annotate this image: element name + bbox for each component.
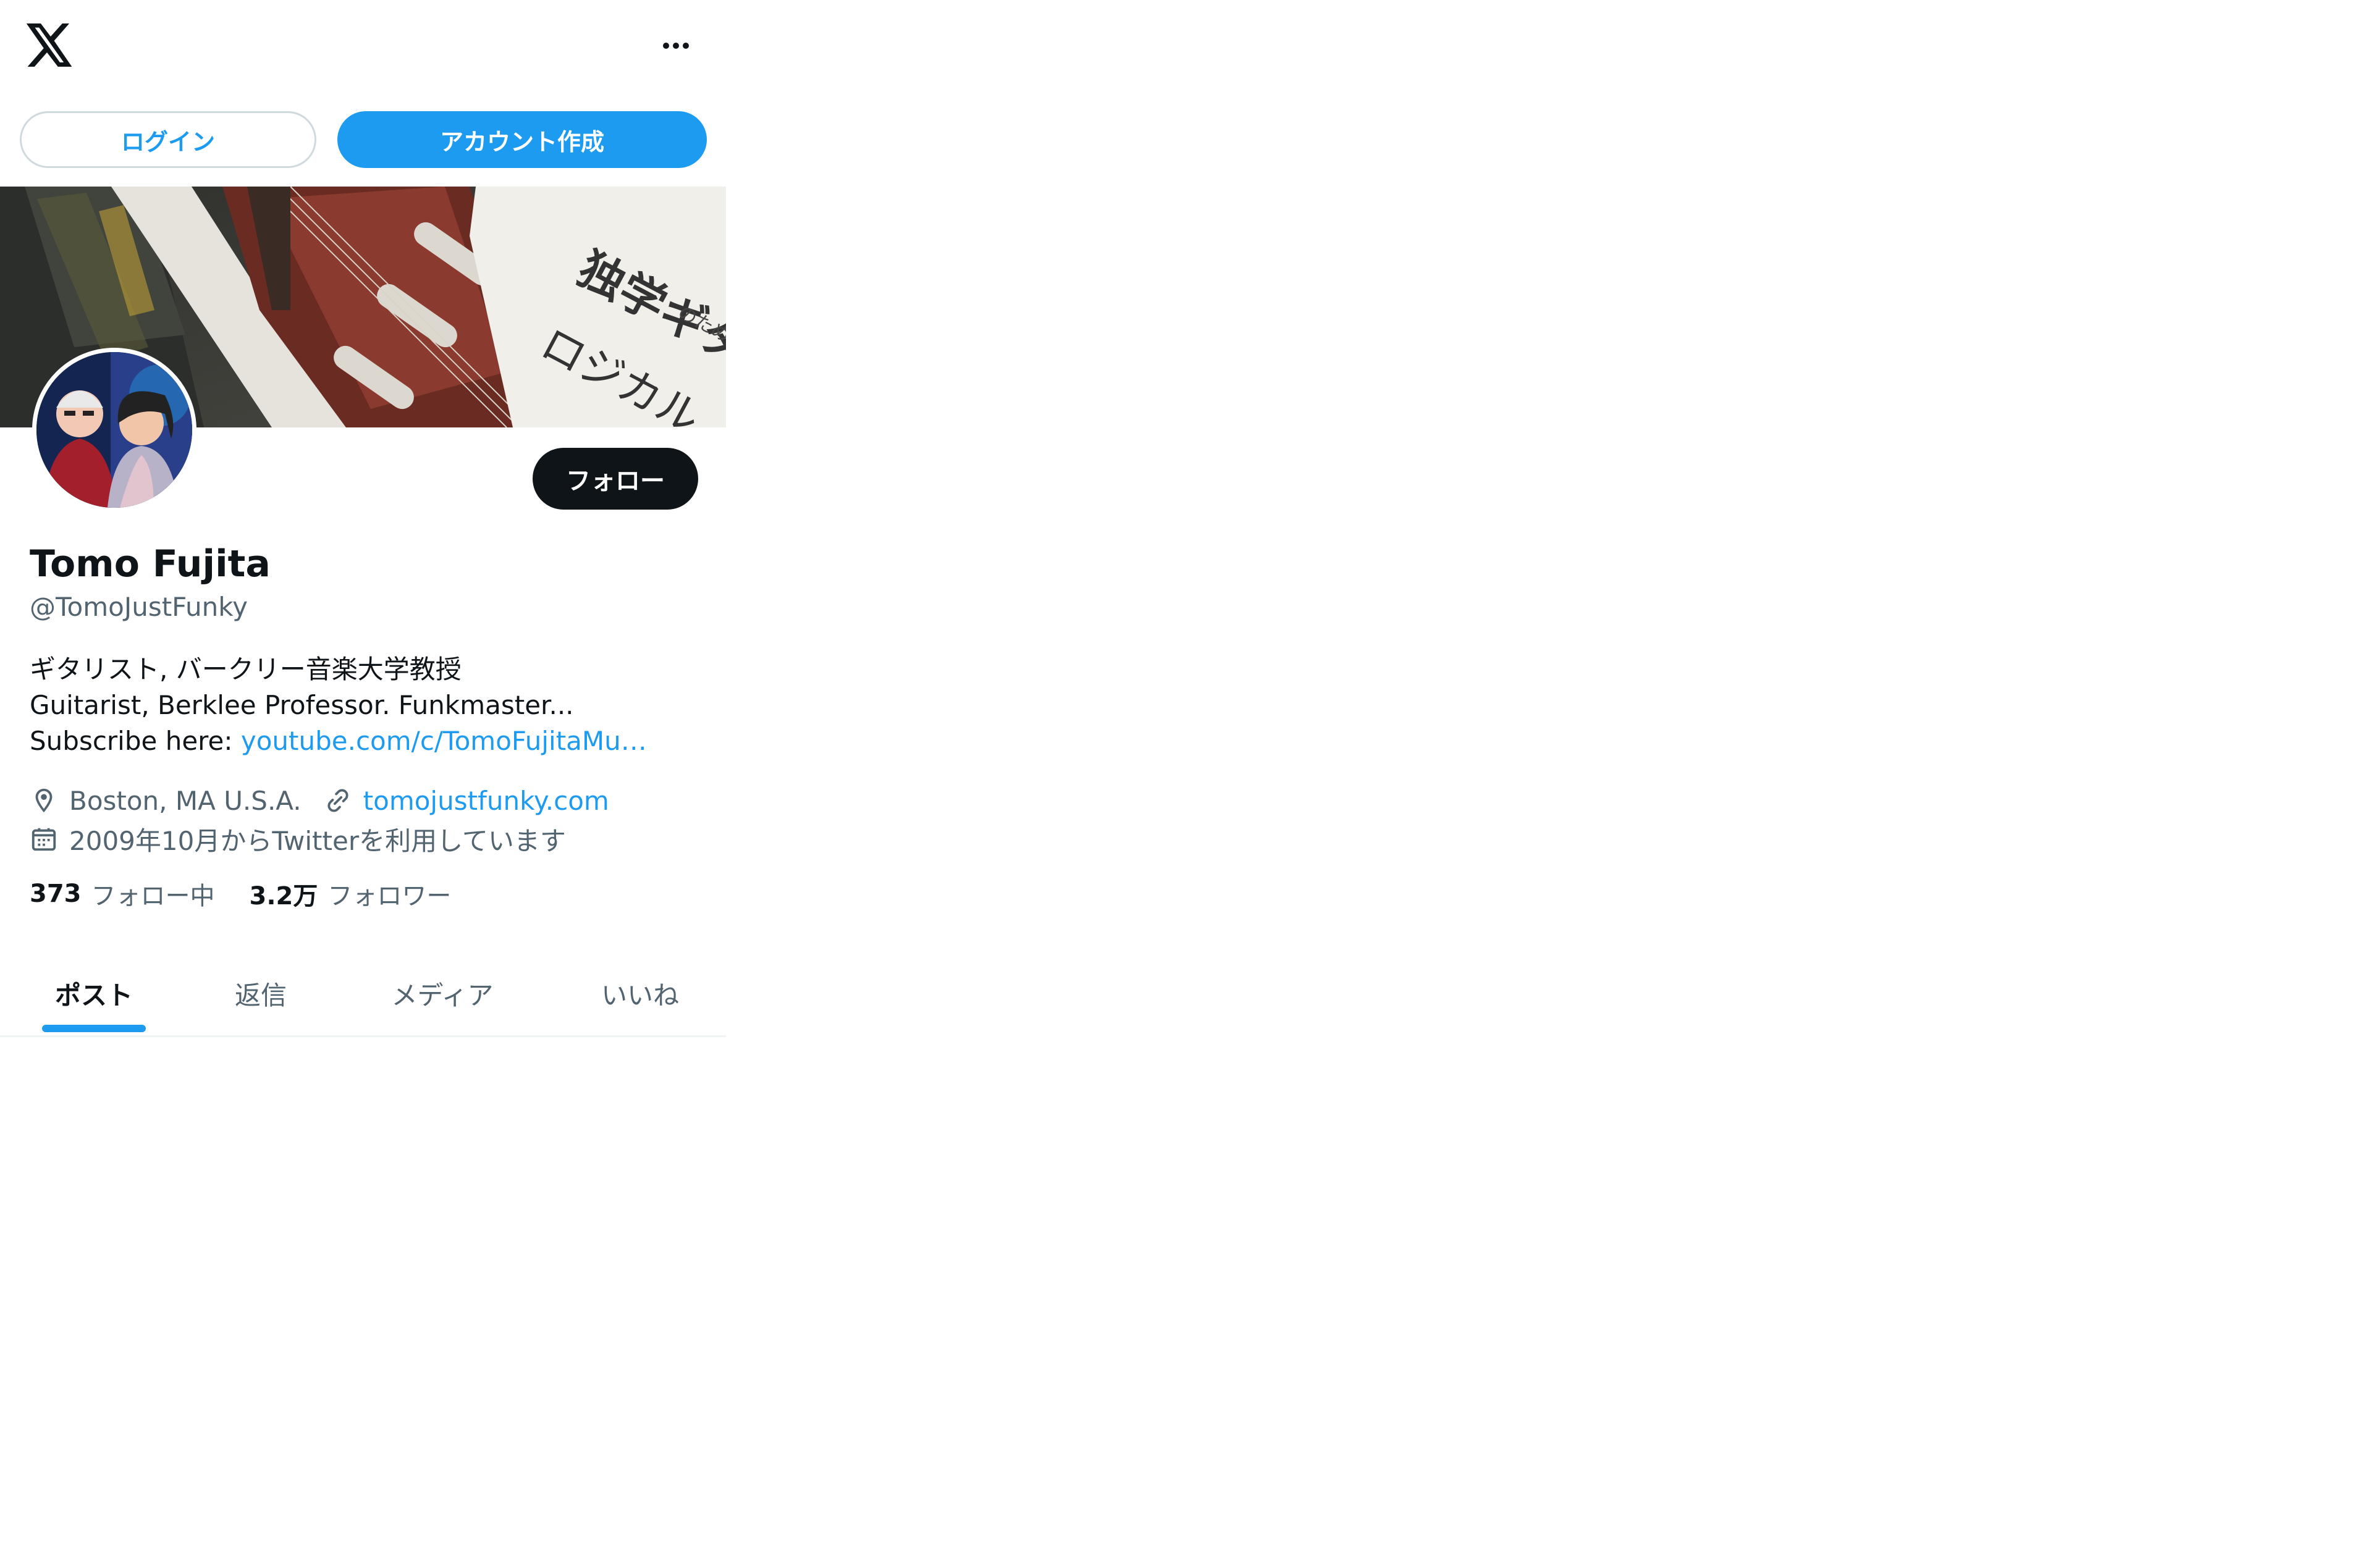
followers-label: フォロワー <box>327 882 452 910</box>
create-account-button[interactable]: アカウント作成 <box>337 111 707 168</box>
tab-media[interactable]: メディア <box>368 951 517 1035</box>
more-horizontal-icon[interactable] <box>654 31 698 61</box>
bio-line: Subscribe here: youtube.com/c/TomoFujita… <box>30 723 697 759</box>
tab-posts[interactable]: ポスト <box>20 951 168 1035</box>
location-pin-icon <box>35 788 53 813</box>
tabs-divider <box>0 1035 726 1037</box>
profile-avatar[interactable] <box>32 348 196 512</box>
avatar-image <box>36 352 192 508</box>
following-stat[interactable]: 373 フォロー中 <box>30 876 215 912</box>
profile-tabs: ポスト 返信 メディア いいね <box>0 951 726 1035</box>
tab-replies[interactable]: 返信 <box>187 951 335 1035</box>
calendar-icon <box>32 828 56 851</box>
followers-stat[interactable]: 3.2万 フォロワー <box>250 876 452 912</box>
top-bar <box>0 0 726 93</box>
profile-bio: ギタリスト, バークリー音楽大学教授 Guitarist, Berklee Pr… <box>30 652 697 759</box>
tab-likes[interactable]: いいね <box>566 951 714 1035</box>
profile-location: Boston, MA U.S.A. <box>69 785 302 816</box>
follow-button[interactable]: フォロー <box>533 448 698 510</box>
profile-stats: 373 フォロー中 3.2万 フォロワー <box>30 876 486 912</box>
profile-joined-row: 2009年10月からTwitterを利用しています <box>30 822 566 856</box>
bio-line: Guitarist, Berklee Professor. Funkmaster… <box>30 690 574 720</box>
x-logo-icon[interactable] <box>26 23 74 67</box>
profile-website-link[interactable]: tomojustfunky.com <box>363 786 609 816</box>
profile-meta-row: Boston, MA U.S.A. tomojustfunky.com <box>30 783 609 818</box>
bio-line: ギタリスト, バークリー音楽大学教授 <box>30 654 462 684</box>
profile-name: Tomo Fujita <box>30 542 271 586</box>
profile-handle: @TomoJustFunky <box>30 592 248 622</box>
bio-youtube-link[interactable]: youtube.com/c/TomoFujitaMu… <box>241 726 647 756</box>
profile-column: ログイン アカウント作成 独学ギタ ロジカル のため フォロー Tomo Fuj… <box>0 0 726 1038</box>
bio-line-prefix: Subscribe here: <box>30 726 241 756</box>
following-label: フォロー中 <box>91 882 215 910</box>
link-icon <box>327 789 348 812</box>
followers-count: 3.2万 <box>249 882 318 910</box>
active-tab-indicator <box>42 1025 146 1032</box>
following-count: 373 <box>30 880 82 908</box>
login-button[interactable]: ログイン <box>20 111 316 168</box>
profile-joined: 2009年10月からTwitterを利用しています <box>69 825 566 856</box>
